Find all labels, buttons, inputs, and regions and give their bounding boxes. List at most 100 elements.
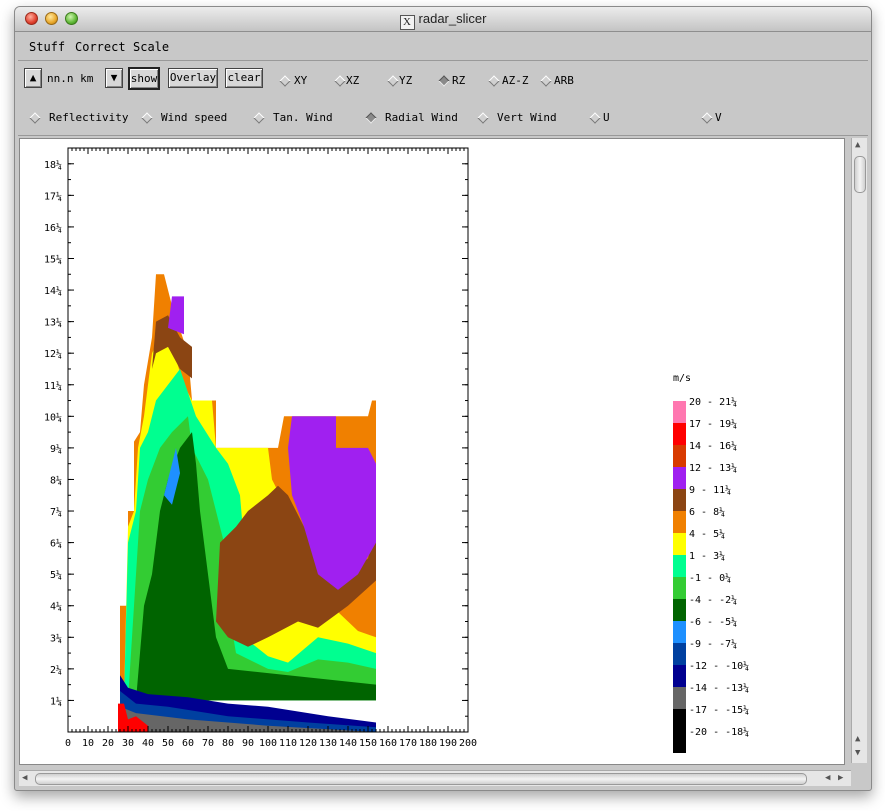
plane-yz-radio[interactable] [387, 75, 399, 87]
field-reflectivity-radio[interactable] [29, 112, 41, 124]
scroll-up-icon[interactable]: ▲ [855, 140, 860, 150]
menu-correct[interactable]: Correct [75, 40, 126, 54]
field-tan-wind-radio[interactable] [253, 112, 265, 124]
x-tick-label: 0 [65, 738, 71, 749]
y-tick-label: 10¼ [44, 411, 62, 423]
x-tick-label: 200 [459, 738, 477, 749]
x-tick-label: 40 [142, 738, 154, 749]
legend-label: -17 - -15¼ [689, 704, 749, 716]
legend-swatch [673, 643, 686, 665]
x11-icon: X [399, 15, 415, 30]
menu-stuff[interactable]: Stuff [29, 40, 65, 54]
plane-azz-radio[interactable] [488, 75, 500, 87]
legend-label: -4 - -2¼ [689, 594, 737, 606]
plane-arb-radio[interactable] [540, 75, 552, 87]
x-tick-label: 80 [222, 738, 234, 749]
y-tick-label: 7¼ [50, 506, 62, 518]
y-tick-label: 18¼ [44, 159, 62, 171]
scroll-left-icon[interactable]: ◀ [825, 773, 830, 783]
height-up-button[interactable]: ▲ [24, 68, 42, 88]
scroll-left-icon[interactable]: ◀ [22, 773, 27, 783]
x-tick-label: 60 [182, 738, 194, 749]
vertical-scroll-thumb[interactable] [854, 156, 866, 193]
x-tick-label: 120 [299, 738, 317, 749]
y-tick-label: 5¼ [50, 569, 62, 581]
y-tick-label: 13¼ [44, 317, 62, 329]
y-tick-label: 2¼ [50, 664, 62, 676]
x-tick-label: 90 [242, 738, 254, 749]
vertical-scrollbar[interactable]: ▲ ▲ ▼ [851, 138, 867, 763]
overlay-button[interactable]: Overlay [168, 68, 218, 88]
x-tick-label: 30 [122, 738, 134, 749]
height-down-button[interactable]: ▼ [105, 68, 123, 88]
x-tick-label: 110 [279, 738, 297, 749]
legend-swatch [673, 731, 686, 753]
field-u-radio[interactable] [589, 112, 601, 124]
up-triangle-icon: ▲ [29, 71, 37, 84]
field-toolbar: Reflectivity Wind speed Tan. Wind Radial… [18, 99, 868, 136]
radial-wind-rz-plot: 0 10 20 30 40 50 60 70 80 90 100 110 120 130 140 150 160… [44, 147, 749, 753]
plane-yz-label: YZ [399, 74, 413, 87]
y-tick-label: 12¼ [44, 348, 62, 360]
plane-toolbar: ▲ nn.n km ▼ show Overlay clear XY XZ YZ … [18, 62, 868, 98]
y-tick-label: 15¼ [44, 253, 62, 265]
y-tick-label: 1¼ [50, 695, 62, 707]
scroll-right-icon[interactable]: ▶ [838, 773, 843, 783]
plane-xz-label: XZ [346, 74, 360, 87]
height-value: nn.n km [47, 72, 94, 85]
plot-canvas[interactable]: 0 10 20 30 40 50 60 70 80 90 100 110 120 130 140 150 160… [19, 138, 845, 765]
y-tick-label: 9¼ [50, 443, 62, 455]
plane-azz-label: AZ-Z [502, 74, 529, 87]
legend-swatch [673, 555, 686, 577]
title-bar[interactable]: Xradar_slicer [15, 7, 871, 32]
field-radial-wind-radio[interactable] [365, 112, 377, 124]
legend-label: -6 - -5¼ [689, 616, 737, 628]
y-tick-label: 4¼ [50, 601, 62, 613]
y-tick-label: 6¼ [50, 538, 62, 550]
window-title-text: radar_slicer [418, 11, 487, 26]
y-tick-label: 11¼ [44, 380, 62, 392]
field-u-label: U [603, 111, 610, 124]
legend-swatch [673, 621, 686, 643]
legend-label: 17 - 19¼ [689, 418, 737, 430]
plane-rz-radio[interactable] [438, 75, 450, 87]
legend-swatch [673, 511, 686, 533]
legend-label: 9 - 11¼ [689, 484, 731, 496]
legend-swatch [673, 489, 686, 511]
plane-xy-radio[interactable] [279, 75, 291, 87]
scroll-down-icon[interactable]: ▼ [855, 748, 860, 758]
window-title: Xradar_slicer [15, 11, 871, 30]
legend-label: 20 - 21¼ [689, 396, 737, 408]
x-tick-label: 10 [82, 738, 94, 749]
y-tick-label: 8¼ [50, 474, 62, 486]
scroll-up-icon[interactable]: ▲ [855, 734, 860, 744]
field-vert-wind-radio[interactable] [477, 112, 489, 124]
legend-label: -14 - -13¼ [689, 682, 749, 694]
x-tick-label: 50 [162, 738, 174, 749]
legend-label: 12 - 13¼ [689, 462, 737, 474]
x-tick-label: 150 [359, 738, 377, 749]
field-wind-speed-label: Wind speed [161, 111, 228, 124]
field-v-radio[interactable] [701, 112, 713, 124]
legend-label: 6 - 8¼ [689, 506, 725, 518]
x-tick-label: 170 [399, 738, 417, 749]
y-tick-label: 3¼ [50, 632, 62, 644]
plane-xz-radio[interactable] [334, 75, 346, 87]
horizontal-scrollbar[interactable]: ◀ ◀ ▶ [19, 770, 851, 786]
legend-label: -20 - -18¼ [689, 726, 749, 738]
legend-swatch [673, 577, 686, 599]
y-tick-label: 16¼ [44, 222, 62, 234]
clear-button[interactable]: clear [225, 68, 263, 88]
legend-swatch [673, 533, 686, 555]
legend-label: 1 - 3¼ [689, 550, 725, 562]
x-tick-label: 100 [259, 738, 277, 749]
horizontal-scroll-thumb[interactable] [35, 773, 807, 785]
legend-label: 14 - 16¼ [689, 440, 737, 452]
legend-label: -9 - -7¼ [689, 638, 737, 650]
x-tick-label: 160 [379, 738, 397, 749]
field-wind-speed-radio[interactable] [141, 112, 153, 124]
menu-scale[interactable]: Scale [133, 40, 169, 54]
legend-label: 4 - 5¼ [689, 528, 725, 540]
legend-swatch [673, 467, 686, 489]
show-button[interactable]: show [128, 67, 160, 90]
